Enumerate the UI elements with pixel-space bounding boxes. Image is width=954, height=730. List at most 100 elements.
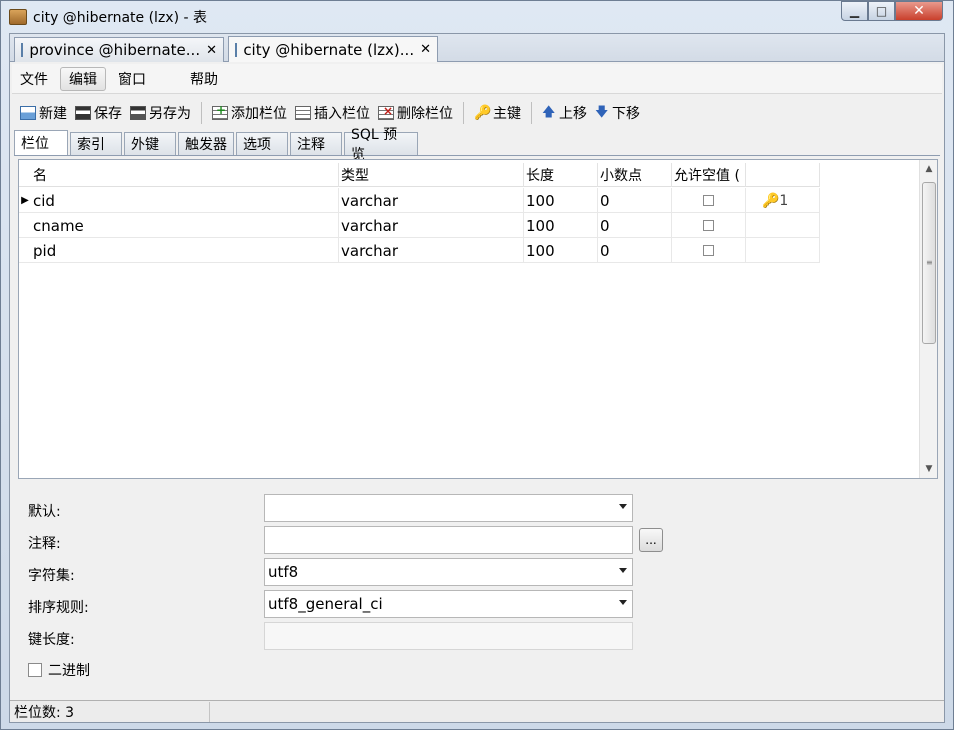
cell-type[interactable]: varchar	[339, 213, 524, 238]
move-up-button[interactable]: 🡅 上移	[538, 101, 591, 125]
cell-decimals[interactable]: 0	[598, 238, 672, 263]
toolbar: 新建 保存 另存为 添加栏位 插入栏位 删除栏位	[12, 98, 942, 128]
window-controls: ▁ □ ✕	[841, 1, 943, 21]
tab-city[interactable]: city @hibernate (lzx)... ✕	[228, 36, 438, 62]
cell-key[interactable]	[746, 238, 820, 263]
minimize-button[interactable]: ▁	[841, 1, 868, 21]
tab-province[interactable]: province @hibernate... ✕	[14, 37, 224, 62]
arrow-up-icon: 🡅	[542, 105, 556, 120]
header-key[interactable]	[746, 163, 820, 187]
default-label: 默认:	[28, 504, 61, 520]
cell-decimals[interactable]: 0	[598, 188, 672, 213]
key-length-row: 键长度:	[18, 622, 938, 650]
client-area: province @hibernate... ✕ city @hibernate…	[9, 33, 945, 723]
cell-name[interactable]: cname	[31, 213, 339, 238]
cell-length[interactable]: 100	[524, 213, 598, 238]
cell-allow-null[interactable]	[672, 238, 746, 263]
collation-value: utf8_general_ci	[268, 595, 383, 613]
close-window-button[interactable]: ✕	[895, 1, 943, 21]
delete-field-label: 删除栏位	[397, 106, 453, 122]
allow-null-checkbox[interactable]	[703, 195, 714, 206]
new-table-icon	[20, 106, 36, 120]
field-properties: 默认: 注释: ... 字符集: utf8 排序规则: utf8_general…	[18, 484, 938, 696]
comment-row: 注释: ...	[18, 526, 938, 554]
menu-help[interactable]: 帮助	[182, 67, 226, 91]
key-length-input[interactable]	[264, 622, 633, 650]
menu-file[interactable]: 文件	[12, 67, 56, 91]
delete-field-button[interactable]: 删除栏位	[374, 101, 457, 125]
tab-city-label: city @hibernate (lzx)...	[243, 40, 415, 59]
cell-key[interactable]: 🔑1	[746, 188, 820, 213]
tab-comment[interactable]: 注释	[290, 132, 342, 155]
cell-length[interactable]: 100	[524, 188, 598, 213]
close-tab-province-icon[interactable]: ✕	[206, 43, 217, 58]
row-indicator-icon: ▶	[21, 195, 29, 206]
cell-length[interactable]: 100	[524, 238, 598, 263]
default-row: 默认:	[18, 494, 938, 522]
collation-label: 排序规则:	[28, 600, 89, 616]
document-tabs: province @hibernate... ✕ city @hibernate…	[10, 34, 944, 62]
charset-dropdown[interactable]: utf8	[264, 558, 633, 586]
header-length[interactable]: 长度	[524, 163, 598, 187]
comment-edit-button[interactable]: ...	[639, 528, 663, 552]
header-name[interactable]: 名	[31, 163, 339, 187]
tab-triggers[interactable]: 触发器	[178, 132, 234, 155]
allow-null-checkbox[interactable]	[703, 245, 714, 256]
tab-foreign-keys[interactable]: 外键	[124, 132, 176, 155]
insert-field-button[interactable]: 插入栏位	[291, 101, 374, 125]
binary-checkbox[interactable]	[28, 663, 42, 677]
primary-key-button[interactable]: 🔑 主键	[470, 101, 525, 125]
menu-edit[interactable]: 编辑	[60, 66, 106, 91]
cell-name[interactable]: pid	[31, 238, 339, 263]
key-length-label: 键长度:	[28, 632, 75, 648]
tab-sql-preview[interactable]: SQL 预览	[344, 127, 418, 163]
vertical-scrollbar[interactable]: ▲ ≡ ▼	[919, 160, 937, 478]
save-as-button[interactable]: 另存为	[126, 101, 195, 125]
save-label: 保存	[94, 106, 122, 122]
charset-row: 字符集: utf8	[18, 558, 938, 586]
tab-indexes[interactable]: 索引	[70, 132, 122, 155]
table-app-icon	[9, 9, 27, 25]
table-row[interactable]: pid varchar 100 0	[19, 238, 820, 263]
toolbar-separator	[463, 102, 464, 124]
table-row[interactable]: ▶ cid varchar 100 0 🔑1	[19, 188, 820, 213]
tab-province-label: province @hibernate...	[29, 41, 201, 59]
table-row[interactable]: cname varchar 100 0	[19, 213, 820, 238]
save-as-label: 另存为	[149, 106, 191, 122]
binary-option[interactable]: 二进制	[28, 660, 90, 680]
menu-window[interactable]: 窗口	[110, 67, 154, 91]
cell-allow-null[interactable]	[672, 188, 746, 213]
tab-fields[interactable]: 栏位	[14, 130, 68, 155]
grid-header: 名 类型 长度 小数点 允许空值 (	[19, 163, 820, 187]
row-indicator-icon	[19, 213, 31, 238]
default-dropdown[interactable]	[264, 494, 633, 522]
save-button[interactable]: 保存	[71, 101, 126, 125]
cell-allow-null[interactable]	[672, 213, 746, 238]
move-down-button[interactable]: 🡇 下移	[591, 101, 644, 125]
cell-type[interactable]: varchar	[339, 188, 524, 213]
delete-field-icon	[378, 104, 394, 120]
maximize-button[interactable]: □	[868, 1, 895, 21]
app-window: city @hibernate (lzx) - 表 ▁ □ ✕ province…	[0, 0, 954, 730]
allow-null-checkbox[interactable]	[703, 220, 714, 231]
comment-input[interactable]	[264, 526, 633, 554]
field-count-status: 栏位数: 3	[10, 701, 210, 722]
move-down-label: 下移	[612, 106, 640, 122]
scrollbar-thumb[interactable]: ≡	[922, 182, 936, 344]
cell-decimals[interactable]: 0	[598, 213, 672, 238]
new-button[interactable]: 新建	[16, 101, 71, 125]
add-field-button[interactable]: 添加栏位	[208, 101, 291, 125]
header-type[interactable]: 类型	[339, 163, 524, 187]
header-allow-null[interactable]: 允许空值 (	[672, 163, 746, 187]
editor-tabs: 栏位 索引 外键 触发器 选项 注释 SQL 预览	[14, 127, 940, 163]
scroll-up-icon[interactable]: ▲	[920, 160, 938, 178]
scroll-down-icon[interactable]: ▼	[920, 460, 938, 478]
cell-name[interactable]: cid	[31, 188, 339, 213]
collation-dropdown[interactable]: utf8_general_ci	[264, 590, 633, 618]
cell-key[interactable]	[746, 213, 820, 238]
primary-key-label: 主键	[493, 106, 521, 122]
cell-type[interactable]: varchar	[339, 238, 524, 263]
header-decimals[interactable]: 小数点	[598, 163, 672, 187]
close-tab-city-icon[interactable]: ✕	[420, 42, 431, 57]
tab-options[interactable]: 选项	[236, 132, 288, 155]
